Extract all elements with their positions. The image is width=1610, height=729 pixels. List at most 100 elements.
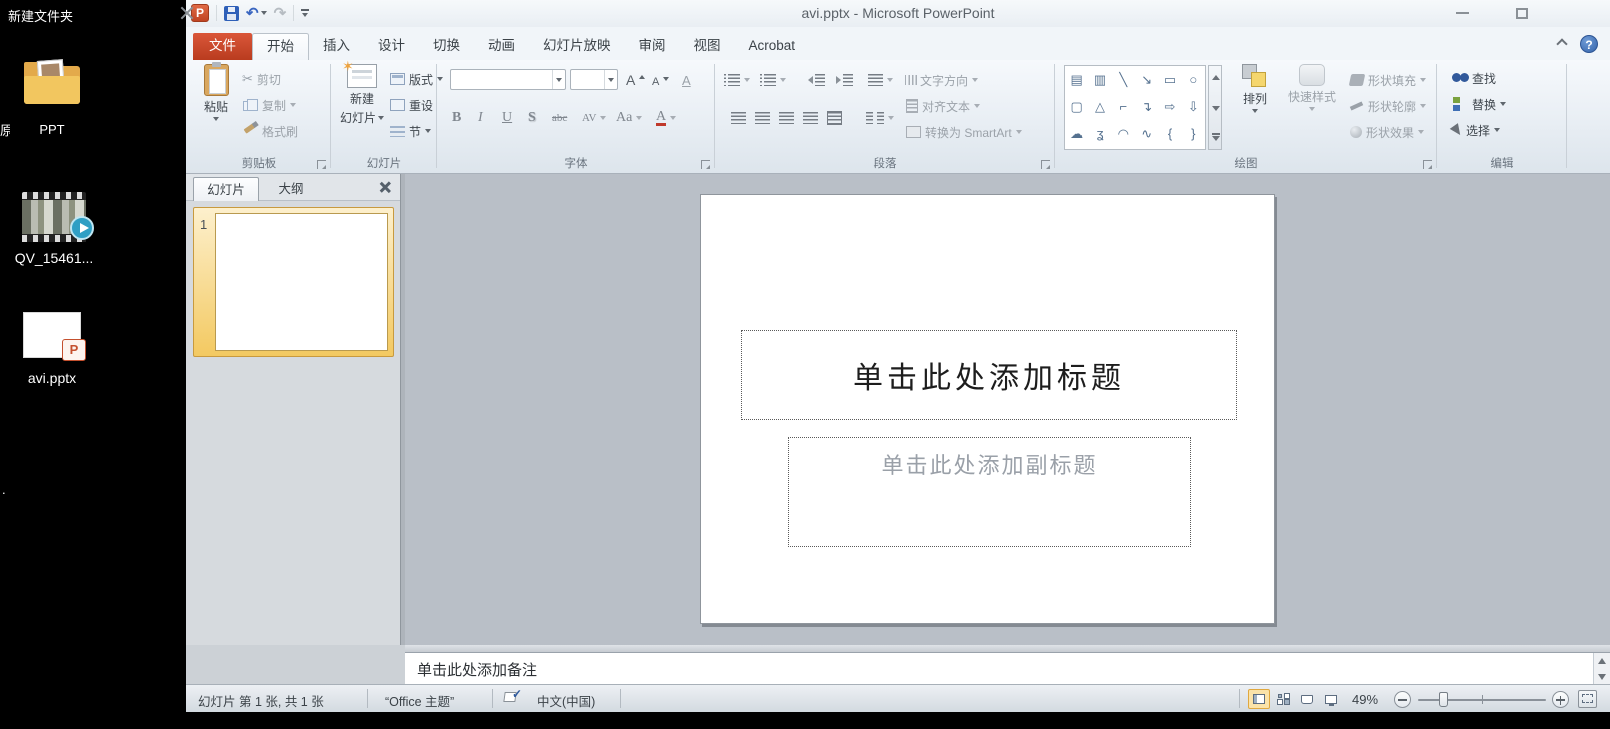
- tab-slides-thumbnails[interactable]: 幻灯片: [193, 177, 259, 201]
- convert-smartart-button[interactable]: 转换为 SmartArt: [906, 121, 1022, 143]
- shapes-gallery-scrollbar[interactable]: [1208, 65, 1222, 150]
- select-button[interactable]: 选择: [1452, 119, 1500, 141]
- align-text-button[interactable]: 对齐文本: [906, 95, 980, 117]
- paste-button[interactable]: 粘贴: [196, 64, 236, 121]
- quick-styles-button[interactable]: 快速样式: [1282, 64, 1342, 111]
- shape-textbox-icon[interactable]: ▤: [1065, 66, 1088, 93]
- close-button[interactable]: [172, 3, 202, 23]
- scroll-down-icon[interactable]: [1212, 106, 1220, 111]
- shape-vertical-textbox-icon[interactable]: ▥: [1088, 66, 1111, 93]
- zoom-in-button[interactable]: [1552, 691, 1569, 708]
- font-name-combo[interactable]: [450, 69, 566, 90]
- tab-outline[interactable]: 大纲: [263, 177, 319, 201]
- shape-fill-button[interactable]: 形状填充: [1350, 69, 1426, 91]
- notes-scrollbar[interactable]: [1593, 653, 1610, 685]
- text-shadow-button[interactable]: S: [528, 107, 536, 129]
- scroll-up-icon[interactable]: [1212, 75, 1220, 80]
- desktop-icon-ppt-folder[interactable]: PPT: [12, 62, 92, 137]
- zoom-out-button[interactable]: [1394, 691, 1411, 708]
- collapse-ribbon-icon[interactable]: [1556, 38, 1567, 49]
- tab-animations[interactable]: 动画: [474, 33, 529, 60]
- grow-font-button[interactable]: A: [626, 69, 645, 91]
- dialog-launcher-icon[interactable]: [317, 160, 326, 169]
- clear-formatting-button[interactable]: A: [682, 69, 691, 91]
- arrange-button[interactable]: 排列: [1232, 64, 1278, 113]
- normal-view-button[interactable]: [1248, 689, 1270, 709]
- font-color-button[interactable]: A: [656, 107, 676, 129]
- desktop-icon-video-file[interactable]: QV_15461...: [6, 192, 102, 266]
- shape-effects-button[interactable]: 形状效果: [1350, 121, 1424, 143]
- minimize-button[interactable]: [1447, 3, 1477, 23]
- shape-curve-icon[interactable]: ∿: [1135, 120, 1158, 147]
- tab-acrobat[interactable]: Acrobat: [735, 33, 810, 60]
- shape-down-arrow-icon[interactable]: ⇩: [1182, 93, 1205, 120]
- align-center-button[interactable]: [755, 107, 770, 129]
- shape-scribble-icon[interactable]: ʓ: [1088, 120, 1111, 147]
- shape-elbow-connector-icon[interactable]: ⌐: [1112, 93, 1135, 120]
- zoom-percentage[interactable]: 49%: [1352, 692, 1378, 707]
- zoom-slider-thumb[interactable]: [1439, 692, 1448, 707]
- shrink-font-button[interactable]: A: [652, 71, 669, 93]
- distribute-button[interactable]: [827, 107, 842, 129]
- shape-oval-icon[interactable]: ○: [1182, 66, 1205, 93]
- align-right-button[interactable]: [779, 107, 794, 129]
- shape-line-icon[interactable]: ╲: [1112, 66, 1135, 93]
- tab-slideshow[interactable]: 幻灯片放映: [529, 33, 625, 60]
- cut-button[interactable]: ✂ 剪切: [242, 68, 281, 90]
- slide-counter[interactable]: 幻灯片 第 1 张, 共 1 张: [198, 691, 324, 710]
- shape-left-brace-icon[interactable]: {: [1158, 120, 1181, 147]
- scroll-down-icon[interactable]: [1598, 674, 1606, 680]
- reading-view-button[interactable]: [1296, 689, 1318, 709]
- shape-rounded-rectangle-icon[interactable]: ▢: [1065, 93, 1088, 120]
- font-size-combo[interactable]: [570, 69, 618, 90]
- slide-sorter-view-button[interactable]: [1272, 689, 1294, 709]
- notes-panel[interactable]: 单击此处添加备注: [405, 652, 1610, 684]
- subtitle-placeholder[interactable]: 单击此处添加副标题: [788, 437, 1191, 547]
- tab-view[interactable]: 视图: [680, 33, 735, 60]
- copy-button[interactable]: 复制: [242, 94, 296, 116]
- increase-indent-button[interactable]: [836, 69, 853, 91]
- shape-elbow-arrow-icon[interactable]: ↴: [1135, 93, 1158, 120]
- change-case-button[interactable]: Aa: [616, 107, 642, 129]
- slide-thumbnail-selected[interactable]: 1: [193, 207, 394, 357]
- fit-to-window-button[interactable]: [1578, 690, 1597, 708]
- shape-triangle-icon[interactable]: △: [1088, 93, 1111, 120]
- replace-button[interactable]: 替换: [1452, 93, 1506, 115]
- tab-transitions[interactable]: 切换: [419, 33, 474, 60]
- shape-rectangle-icon[interactable]: ▭: [1158, 66, 1181, 93]
- title-placeholder[interactable]: 单击此处添加标题: [741, 330, 1237, 420]
- tab-home[interactable]: 开始: [252, 33, 309, 60]
- strikethrough-button[interactable]: abc: [552, 107, 567, 129]
- bullets-button[interactable]: [728, 69, 750, 91]
- slide[interactable]: 单击此处添加标题 单击此处添加副标题: [700, 194, 1275, 624]
- tab-design[interactable]: 设计: [364, 33, 419, 60]
- shape-outline-button[interactable]: 形状轮廓: [1350, 95, 1426, 117]
- help-icon[interactable]: ?: [1580, 35, 1598, 53]
- shape-arc-icon[interactable]: ◠: [1112, 120, 1135, 147]
- maximize-button[interactable]: [1507, 3, 1537, 23]
- line-spacing-button[interactable]: [868, 69, 893, 91]
- language-indicator[interactable]: 中文(中国): [537, 691, 595, 710]
- tab-review[interactable]: 审阅: [625, 33, 680, 60]
- underline-button[interactable]: U: [502, 107, 512, 129]
- tab-file[interactable]: 文件: [193, 33, 252, 60]
- section-button[interactable]: 节: [390, 120, 431, 142]
- slideshow-view-button[interactable]: [1320, 689, 1342, 709]
- character-spacing-button[interactable]: AV: [582, 107, 606, 129]
- shape-freeform-icon[interactable]: ☁: [1065, 120, 1088, 147]
- align-left-button[interactable]: [731, 107, 746, 129]
- format-painter-button[interactable]: 格式刷: [242, 120, 298, 142]
- desktop-icon-pptx-file[interactable]: P avi.pptx: [12, 312, 92, 386]
- notes-splitter[interactable]: [405, 645, 1610, 652]
- shape-right-brace-icon[interactable]: }: [1182, 120, 1205, 147]
- notes-placeholder[interactable]: 单击此处添加备注: [417, 659, 537, 680]
- reset-button[interactable]: 重设: [390, 94, 433, 116]
- close-panel-icon[interactable]: [379, 180, 393, 194]
- dialog-launcher-icon[interactable]: [1423, 160, 1432, 169]
- new-slide-button[interactable]: ✶ 新建 幻灯片: [336, 64, 388, 126]
- theme-name[interactable]: “Office 主题”: [385, 691, 454, 710]
- shape-arrow-icon[interactable]: ↘: [1135, 66, 1158, 93]
- text-direction-button[interactable]: 文字方向: [906, 69, 978, 91]
- decrease-indent-button[interactable]: [808, 69, 825, 91]
- desktop-label-new-folder[interactable]: 新建文件夹: [8, 6, 73, 25]
